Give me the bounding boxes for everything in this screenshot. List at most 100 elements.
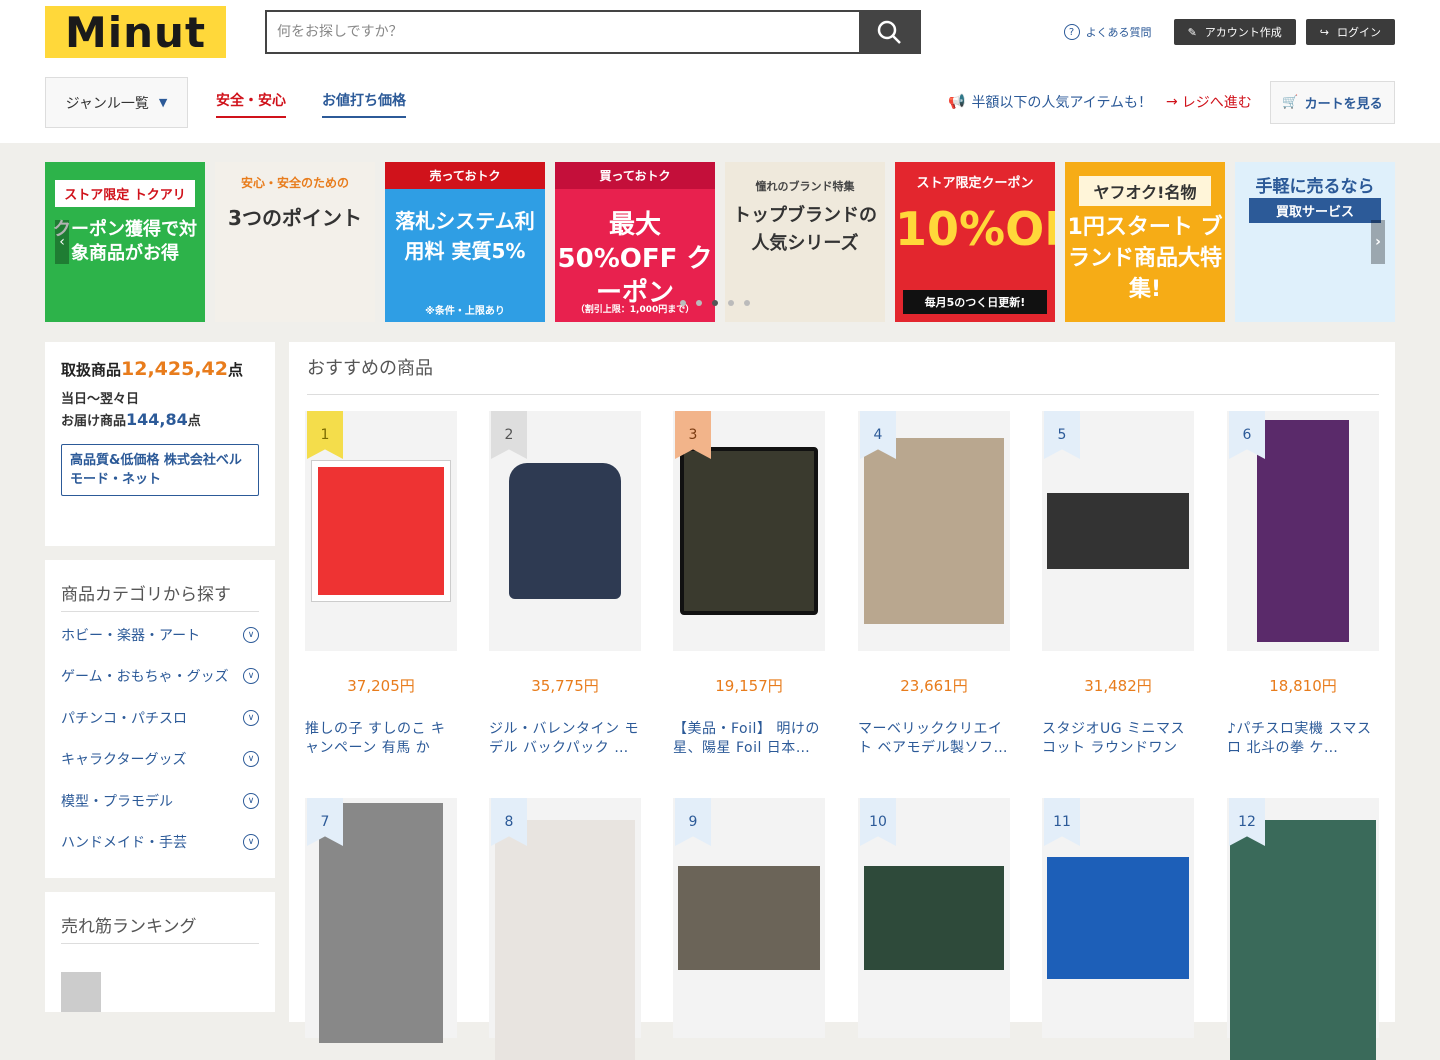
banner-top: ヤフオク!名物 xyxy=(1079,176,1211,206)
login-icon: ↪ xyxy=(1319,25,1329,39)
rank-badge: 11 xyxy=(1044,798,1080,846)
product-card[interactable]: 6 18,810円 ♪パチスロ実機 スマスロ 北斗の拳 ケ… xyxy=(1227,411,1379,758)
cart-button[interactable]: 🛒 カートを見る xyxy=(1270,81,1395,124)
product-card[interactable]: 1 37,205円 推しの子 すしのこ キャンペーン 有馬 かな… xyxy=(305,411,457,758)
product-card[interactable]: 8 xyxy=(489,798,641,1060)
chevron-down-icon[interactable]: ∨ xyxy=(243,709,259,726)
carousel-dot[interactable] xyxy=(728,300,734,306)
chevron-down-icon[interactable]: ∨ xyxy=(243,626,259,643)
product-price: 18,810円 xyxy=(1269,677,1337,695)
product-image[interactable]: 12 xyxy=(1227,798,1379,1060)
category-item[interactable]: パチンコ・パチスロ ∨ xyxy=(61,697,259,739)
chevron-down-icon[interactable]: ∨ xyxy=(243,792,259,809)
rank-badge: 5 xyxy=(1044,411,1080,459)
product-price: 37,205円 xyxy=(347,677,415,695)
category-item[interactable]: キャラクターグッズ ∨ xyxy=(61,739,259,781)
product-image[interactable]: 9 xyxy=(673,798,825,1038)
banner-sell[interactable]: 売っておトク 落札システム利用料 実質5% ※条件・上限あり xyxy=(385,162,545,322)
product-card[interactable]: 12 xyxy=(1227,798,1379,1060)
carousel-dot-active[interactable] xyxy=(712,300,718,306)
category-label: ホビー・楽器・アート xyxy=(61,627,201,644)
product-card[interactable]: 10 xyxy=(858,798,1010,1038)
product-title[interactable]: 推しの子 すしのこ キャンペーン 有馬 かな… xyxy=(305,720,457,758)
product-image[interactable]: 7 xyxy=(305,798,457,1043)
product-image[interactable]: 3 xyxy=(673,411,825,651)
site-header: Minut ? よくある質問 ✎ アカウント作成 ↪ ログイン ジャンル一覧 ▼ 安全・… xyxy=(0,0,1440,143)
category-item[interactable]: ハンドメイド・手芸 ∨ xyxy=(61,822,259,864)
product-image[interactable]: 5 xyxy=(1042,411,1194,651)
tab-deals[interactable]: お値打ち価格 xyxy=(322,90,406,118)
banner-sub: ※条件・上限あり xyxy=(425,306,505,317)
product-image[interactable]: 8 xyxy=(489,798,641,1060)
banner-top: ストア限定クーポン xyxy=(916,176,1034,191)
faq-link[interactable]: ? よくある質問 xyxy=(1063,24,1152,40)
promo-link[interactable]: 📢 半額以下の人気アイテムも！ xyxy=(948,92,1152,112)
product-photo xyxy=(509,463,621,599)
product-image[interactable]: 1 xyxy=(305,411,457,651)
product-photo xyxy=(1230,820,1376,1060)
category-heading: 商品カテゴリから探す xyxy=(61,580,259,612)
chevron-down-icon[interactable]: ∨ xyxy=(243,668,259,685)
product-card[interactable]: 5 31,482円 スタジオUG ミニマスコット ラウンドワン限… xyxy=(1042,411,1194,758)
total-items-label: 取扱商品 xyxy=(61,361,122,379)
banner-buy[interactable]: 買っておトク 最大50%OFF クーポン （割引上限：1,000円まで） xyxy=(555,162,715,322)
banner-1yen[interactable]: ヤフオク!名物 1円スタート ブランド商品大特集! xyxy=(1065,162,1225,322)
product-card[interactable]: 9 xyxy=(673,798,825,1038)
product-title[interactable]: マーベリッククリエイト ベアモデル製ソフ… xyxy=(858,720,1010,758)
product-image[interactable]: 2 xyxy=(489,411,641,651)
banner-coupon[interactable]: ストア限定 トクアリ クーポン獲得で対象商品がお得 xyxy=(45,162,205,322)
search-button[interactable] xyxy=(859,12,919,52)
chevron-down-icon[interactable]: ∨ xyxy=(243,834,259,851)
banner-safety[interactable]: 安心・安全のための 3つのポイント xyxy=(215,162,375,322)
category-item[interactable]: 模型・プラモデル ∨ xyxy=(61,780,259,822)
banner-main: 落札システム利用料 実質5% xyxy=(395,209,535,263)
product-image[interactable]: 4 xyxy=(858,411,1010,651)
carousel-dot[interactable] xyxy=(680,300,686,306)
carousel-dot[interactable] xyxy=(696,300,702,306)
product-card[interactable]: 3 19,157円 【美品・Foil】 明けの星、陽星 Foil 日本… xyxy=(673,411,825,758)
search-input[interactable] xyxy=(267,12,859,52)
product-card[interactable]: 11 xyxy=(1042,798,1194,1038)
total-items-count: 12,425,42 xyxy=(121,358,228,380)
product-title[interactable]: ♪パチスロ実機 スマスロ 北斗の拳 ケ… xyxy=(1227,720,1379,758)
product-image[interactable]: 6 xyxy=(1227,411,1379,651)
product-image[interactable]: 11 xyxy=(1042,798,1194,1038)
product-photo xyxy=(312,461,450,601)
genre-label: ジャンル一覧 xyxy=(65,95,149,112)
product-card[interactable]: 7 xyxy=(305,798,457,1043)
banner-store-coupon[interactable]: ストア限定クーポン 10%OFF 毎月5のつく日更新! xyxy=(895,162,1055,322)
carousel-prev-button[interactable]: ‹ xyxy=(55,220,69,264)
product-title[interactable]: 【美品・Foil】 明けの星、陽星 Foil 日本… xyxy=(673,720,825,758)
section-title: おすすめの商品 xyxy=(307,354,1379,395)
rank-badge: 2 xyxy=(491,411,527,459)
product-image[interactable]: 10 xyxy=(858,798,1010,1038)
category-item[interactable]: ゲーム・おもちゃ・グッズ ∨ xyxy=(61,656,259,698)
faq-label: よくある質問 xyxy=(1085,26,1152,39)
banner-main: 買取サービス xyxy=(1249,198,1381,223)
banner-main: トップブランドの人気シリーズ xyxy=(733,205,877,254)
site-logo[interactable]: Minut xyxy=(45,6,226,58)
company-link[interactable]: 高品質&低価格 株式会社ベルモード・ネット xyxy=(61,444,259,496)
genre-dropdown[interactable]: ジャンル一覧 ▼ xyxy=(45,77,188,128)
tab-safety[interactable]: 安全・安心 xyxy=(216,90,286,118)
product-card[interactable]: 2 35,775円 ジル・バレンタイン モデル バックパック … xyxy=(489,411,641,758)
carousel-dot[interactable] xyxy=(744,300,750,306)
ranking-thumbnail[interactable] xyxy=(61,972,101,1012)
banner-main: 最大50%OFF クーポン xyxy=(557,210,713,308)
login-button[interactable]: ↪ ログイン xyxy=(1305,19,1395,45)
product-card[interactable]: 4 23,661円 マーベリッククリエイト ベアモデル製ソフ… xyxy=(858,411,1010,758)
banner-main: 10%OFF xyxy=(895,202,1055,256)
fast-delivery-unit: 点 xyxy=(187,414,201,429)
product-title[interactable]: ジル・バレンタイン モデル バックパック … xyxy=(489,720,641,758)
banner-top: 手軽に売るなら xyxy=(1255,177,1375,197)
banner-brands[interactable]: 憧れのブランド特集 トップブランドの人気シリーズ xyxy=(725,162,885,322)
chevron-down-icon[interactable]: ∨ xyxy=(243,751,259,768)
checkout-link[interactable]: → レジへ進む xyxy=(1166,92,1252,112)
signup-button[interactable]: ✎ アカウント作成 xyxy=(1173,19,1296,45)
category-label: キャラクターグッズ xyxy=(61,752,187,769)
banner-buyback[interactable]: 手軽に売るなら 買取サービス › xyxy=(1235,162,1395,322)
category-item[interactable]: ホビー・楽器・アート ∨ xyxy=(61,614,259,656)
carousel-next-button[interactable]: › xyxy=(1371,220,1385,264)
category-list: ホビー・楽器・アート ∨ ゲーム・おもちゃ・グッズ ∨ パチンコ・パチスロ ∨ キャラ… xyxy=(61,612,259,863)
product-title[interactable]: スタジオUG ミニマスコット ラウンドワン限… xyxy=(1042,720,1194,758)
